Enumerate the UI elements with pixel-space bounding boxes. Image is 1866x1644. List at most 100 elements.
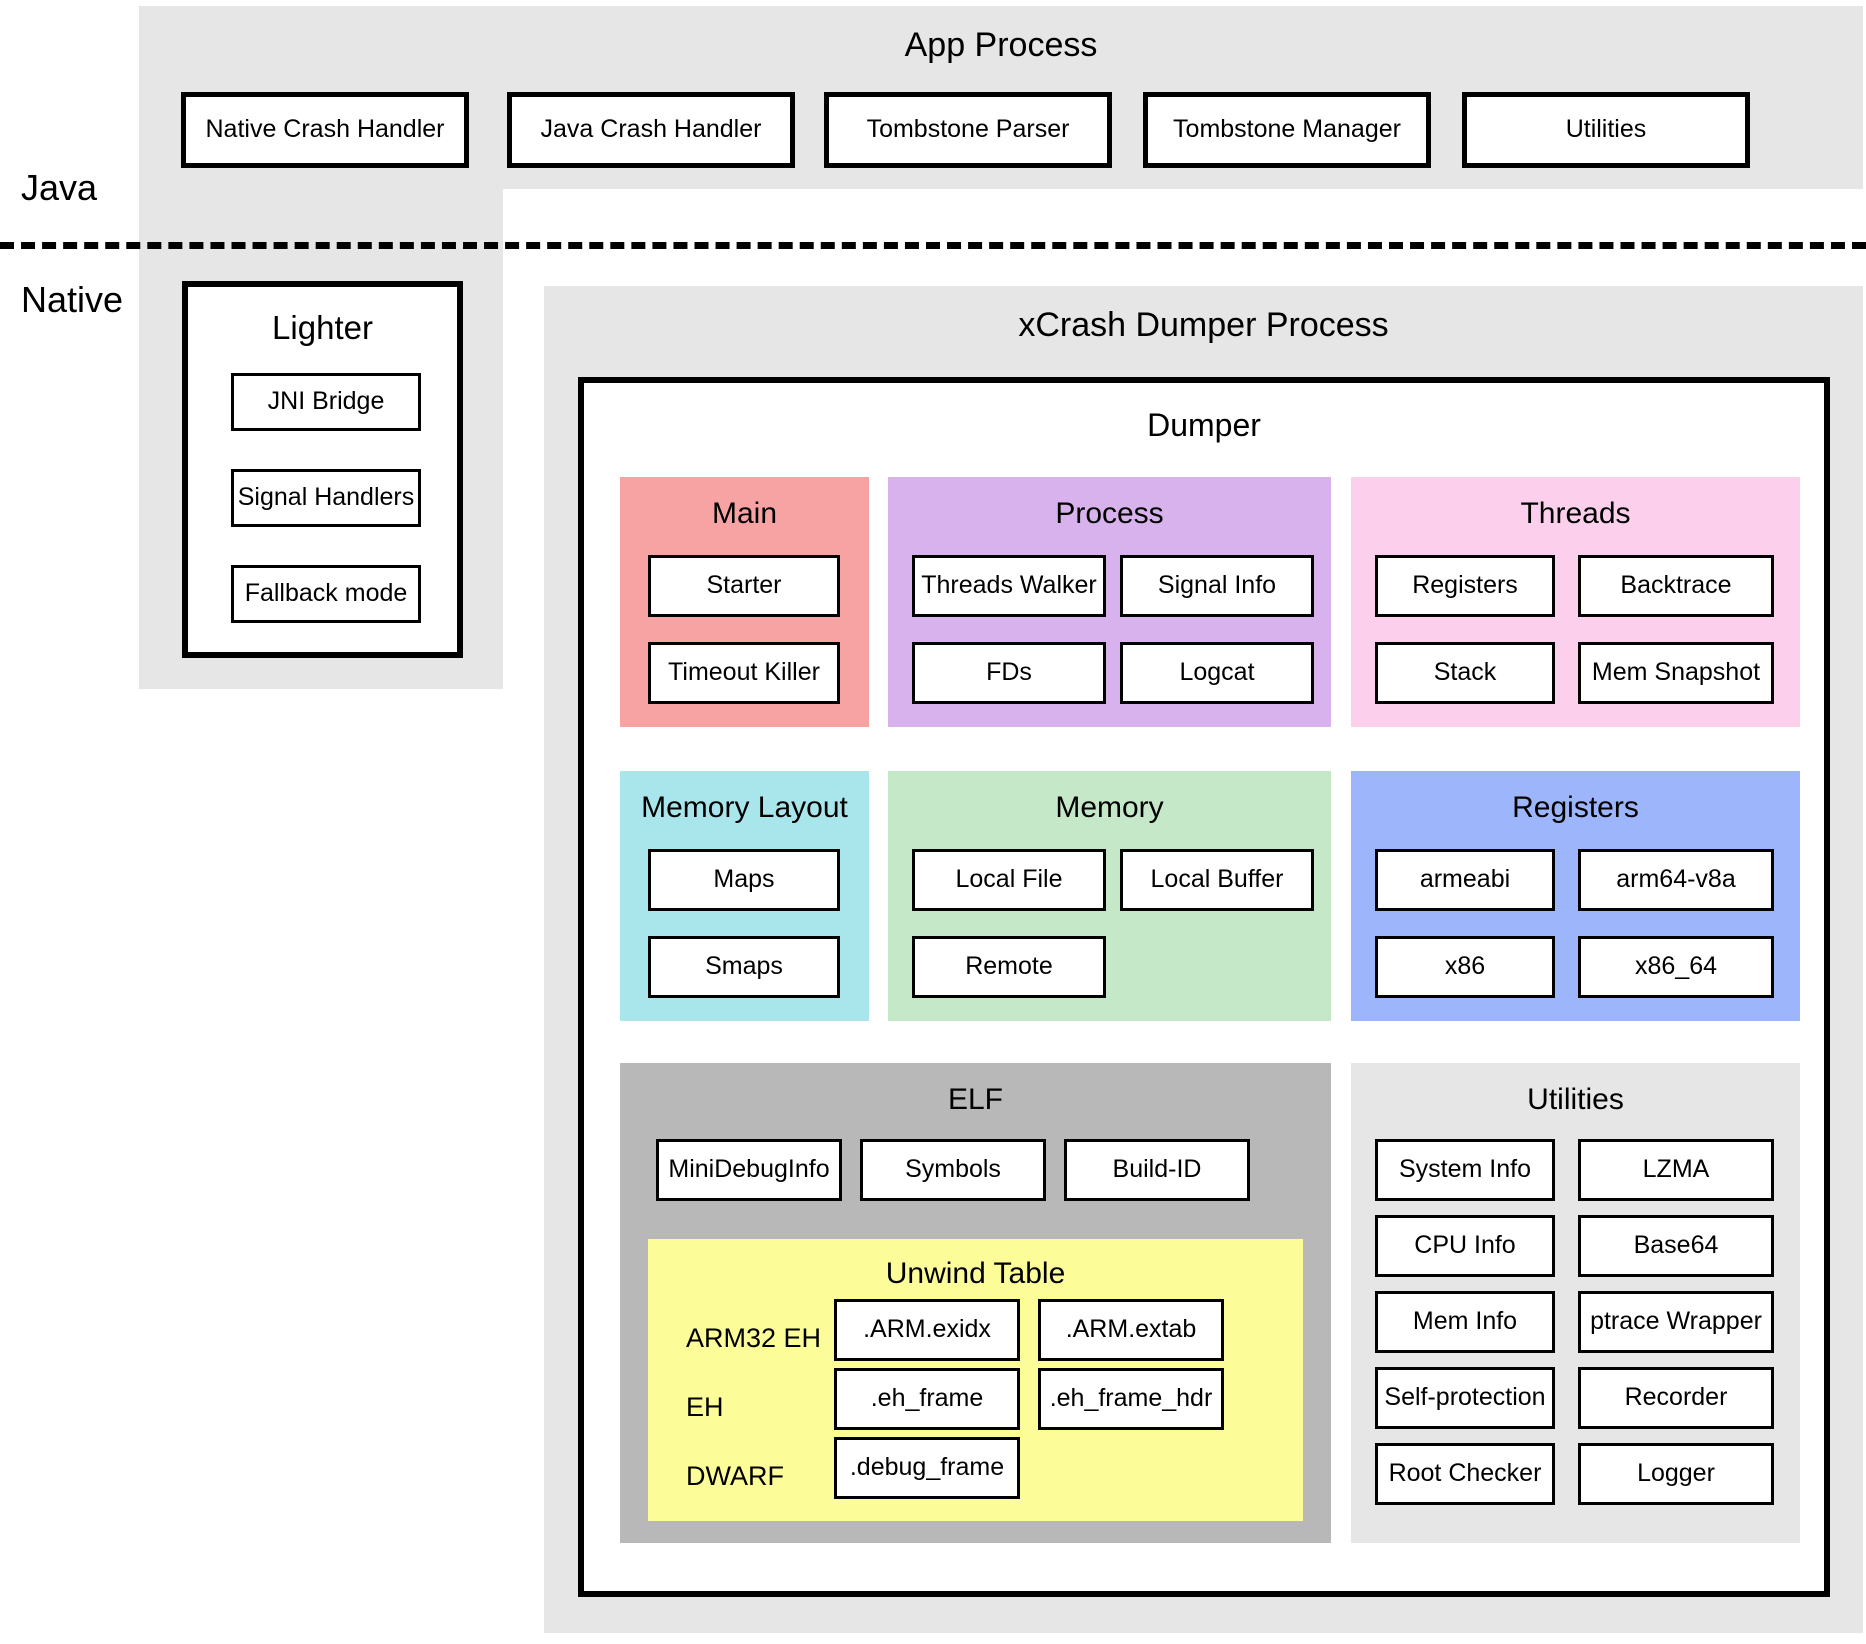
node-fds[interactable]: FDs — [912, 642, 1106, 704]
node-label: Logcat — [1179, 658, 1255, 687]
node-root-checker[interactable]: Root Checker — [1375, 1443, 1555, 1505]
module-java-crash-handler[interactable]: Java Crash Handler — [507, 92, 795, 168]
node-arm64-v8a[interactable]: arm64-v8a — [1578, 849, 1774, 911]
node-label: arm64-v8a — [1616, 865, 1736, 894]
node-remote[interactable]: Remote — [912, 936, 1106, 998]
node-label: .ARM.extab — [1065, 1315, 1197, 1344]
node-mem-snapshot[interactable]: Mem Snapshot — [1578, 642, 1774, 704]
group-elf: ELF MiniDebugInfo Symbols Build-ID Unwin… — [620, 1063, 1331, 1543]
node-label: Local Buffer — [1150, 865, 1284, 894]
group-memory: Memory Local File Local Buffer Remote — [888, 771, 1331, 1021]
node-mem-info[interactable]: Mem Info — [1375, 1291, 1555, 1353]
node-registers[interactable]: Registers — [1375, 555, 1555, 617]
node-label: Mem Info — [1412, 1307, 1518, 1336]
node-label: LZMA — [1642, 1155, 1710, 1184]
node-eh-frame[interactable]: .eh_frame — [834, 1368, 1020, 1430]
group-process: Process Threads Walker Signal Info FDs L… — [888, 477, 1331, 727]
node-label: Registers — [1412, 571, 1518, 600]
node-label: .eh_frame — [870, 1384, 984, 1413]
node-self-protection[interactable]: Self-protection — [1375, 1367, 1555, 1429]
lighter-title: Lighter — [272, 309, 373, 346]
node-label: x86_64 — [1634, 952, 1718, 981]
node-label: Stack — [1433, 658, 1497, 687]
node-smaps[interactable]: Smaps — [648, 936, 840, 998]
node-label: Mem Snapshot — [1591, 658, 1761, 687]
node-cpu-info[interactable]: CPU Info — [1375, 1215, 1555, 1277]
node-local-buffer[interactable]: Local Buffer — [1120, 849, 1314, 911]
lighter-module-fallback-mode[interactable]: Fallback mode — [231, 565, 421, 623]
node-label: ptrace Wrapper — [1590, 1307, 1762, 1336]
node-ptrace-wrapper[interactable]: ptrace Wrapper — [1578, 1291, 1774, 1353]
module-label: Fallback mode — [244, 579, 408, 608]
module-label: Java Crash Handler — [540, 115, 762, 144]
java-native-divider — [0, 242, 1866, 249]
node-base64[interactable]: Base64 — [1578, 1215, 1774, 1277]
node-label: System Info — [1399, 1155, 1531, 1184]
group-process-title: Process — [1055, 497, 1164, 530]
node-logger[interactable]: Logger — [1578, 1443, 1774, 1505]
node-arm-extab[interactable]: .ARM.extab — [1038, 1299, 1224, 1361]
node-maps[interactable]: Maps — [648, 849, 840, 911]
node-minidebuginfo[interactable]: MiniDebugInfo — [656, 1139, 842, 1201]
node-eh-frame-hdr[interactable]: .eh_frame_hdr — [1038, 1368, 1224, 1430]
group-memory-title: Memory — [1055, 791, 1164, 824]
module-tombstone-parser[interactable]: Tombstone Parser — [824, 92, 1112, 168]
xcrash-dumper-process-title: xCrash Dumper Process — [1018, 306, 1389, 344]
module-label: Native Crash Handler — [205, 115, 445, 144]
node-system-info[interactable]: System Info — [1375, 1139, 1555, 1201]
node-label: Recorder — [1624, 1383, 1728, 1412]
node-label: Local File — [955, 865, 1063, 894]
node-label: Self-protection — [1384, 1383, 1546, 1412]
group-registers: Registers armeabi arm64-v8a x86 x86_64 — [1351, 771, 1800, 1021]
node-logcat[interactable]: Logcat — [1120, 642, 1314, 704]
module-tombstone-manager[interactable]: Tombstone Manager — [1143, 92, 1431, 168]
node-local-file[interactable]: Local File — [912, 849, 1106, 911]
node-label: Root Checker — [1388, 1459, 1542, 1488]
node-label: Threads Walker — [921, 571, 1097, 600]
node-label: Logger — [1637, 1459, 1715, 1488]
node-label: Timeout Killer — [668, 658, 820, 687]
node-recorder[interactable]: Recorder — [1578, 1367, 1774, 1429]
app-process-title: App Process — [904, 26, 1098, 64]
node-label: CPU Info — [1414, 1231, 1516, 1260]
node-label: Smaps — [705, 952, 783, 981]
layer-label-java: Java — [21, 167, 98, 208]
module-label: Tombstone Parser — [866, 115, 1070, 144]
node-label: .debug_frame — [849, 1453, 1005, 1482]
node-label: .ARM.exidx — [863, 1315, 991, 1344]
node-label: Build-ID — [1112, 1155, 1202, 1184]
lighter-module-jni-bridge[interactable]: JNI Bridge — [231, 373, 421, 431]
group-threads-title: Threads — [1520, 497, 1631, 530]
node-backtrace[interactable]: Backtrace — [1578, 555, 1774, 617]
node-timeout-killer[interactable]: Timeout Killer — [648, 642, 840, 704]
module-utilities[interactable]: Utilities — [1462, 92, 1750, 168]
node-x86[interactable]: x86 — [1375, 936, 1555, 998]
node-signal-info[interactable]: Signal Info — [1120, 555, 1314, 617]
node-lzma[interactable]: LZMA — [1578, 1139, 1774, 1201]
node-x86-64[interactable]: x86_64 — [1578, 936, 1774, 998]
node-build-id[interactable]: Build-ID — [1064, 1139, 1250, 1201]
node-label: Remote — [965, 952, 1053, 981]
node-stack[interactable]: Stack — [1375, 642, 1555, 704]
node-label: Maps — [713, 865, 775, 894]
group-main: Main Starter Timeout Killer — [620, 477, 869, 727]
node-debug-frame[interactable]: .debug_frame — [834, 1437, 1020, 1499]
node-threads-walker[interactable]: Threads Walker — [912, 555, 1106, 617]
group-utilities-title: Utilities — [1527, 1083, 1624, 1116]
node-label: MiniDebugInfo — [668, 1155, 830, 1184]
node-label: .eh_frame_hdr — [1049, 1384, 1213, 1413]
node-arm-exidx[interactable]: .ARM.exidx — [834, 1299, 1020, 1361]
architecture-diagram: App Process Native Crash Handler Java Cr… — [0, 0, 1866, 1644]
module-native-crash-handler[interactable]: Native Crash Handler — [181, 92, 469, 168]
group-memory-layout: Memory Layout Maps Smaps — [620, 771, 869, 1021]
lighter-module-signal-handlers[interactable]: Signal Handlers — [231, 469, 421, 527]
module-label: Tombstone Manager — [1173, 115, 1401, 144]
node-label: Backtrace — [1620, 571, 1732, 600]
group-main-title: Main — [711, 497, 778, 530]
node-armeabi[interactable]: armeabi — [1375, 849, 1555, 911]
node-symbols[interactable]: Symbols — [860, 1139, 1046, 1201]
node-starter[interactable]: Starter — [648, 555, 840, 617]
group-unwind-table-title: Unwind Table — [885, 1257, 1066, 1290]
group-elf-title: ELF — [947, 1083, 1004, 1116]
module-label: JNI Bridge — [267, 387, 385, 416]
